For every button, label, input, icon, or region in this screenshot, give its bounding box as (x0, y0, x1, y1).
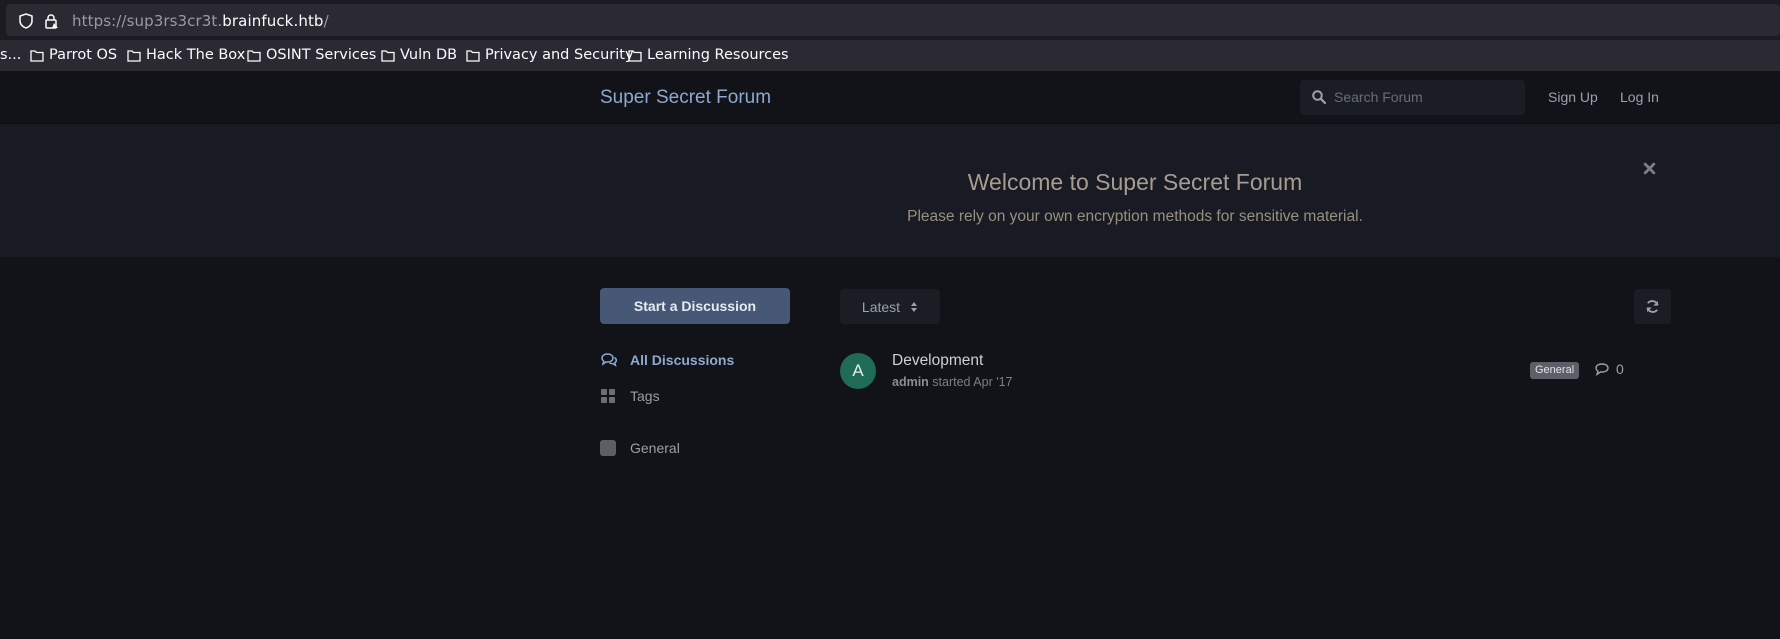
bookmark-privacy-and-security[interactable]: Privacy and Security (466, 47, 634, 63)
sign-up-link[interactable]: Sign Up (1548, 89, 1598, 105)
folder-icon (628, 49, 642, 62)
log-in-link[interactable]: Log In (1620, 89, 1659, 105)
avatar[interactable]: A (840, 353, 876, 389)
refresh-button[interactable] (1634, 289, 1671, 324)
bookmarks-bar: s... Parrot OS Hack The Box OSINT Servic… (0, 40, 1780, 71)
comments-icon (601, 353, 618, 367)
discussion-title[interactable]: Development (892, 352, 983, 370)
browser-toolbar: https://sup3rs3cr3t.brainfuck.htb/ (0, 0, 1780, 40)
tags-grid-icon (601, 389, 615, 403)
nav-label: All Discussions (630, 352, 735, 368)
folder-icon (127, 49, 141, 62)
tag-square-icon (600, 440, 616, 456)
sort-label: Latest (861, 298, 901, 315)
forum-header: Super Secret Forum Search Forum Sign Up … (0, 71, 1780, 124)
bookmark-vuln-db[interactable]: Vuln DB (381, 47, 457, 63)
search-input[interactable]: Search Forum (1300, 80, 1525, 115)
discussion-tag-badge[interactable]: General (1530, 362, 1580, 379)
search-icon (1312, 90, 1326, 104)
folder-icon (466, 49, 480, 62)
bookmark-hack-the-box[interactable]: Hack The Box (127, 47, 245, 63)
nav-all-discussions[interactable]: All Discussions (600, 352, 734, 368)
bookmark-osint-services[interactable]: OSINT Services (247, 47, 376, 63)
start-discussion-button[interactable]: Start a Discussion (600, 288, 790, 324)
welcome-hero: Welcome to Super Secret Forum Please rel… (0, 124, 1780, 257)
discussion-meta: admin started Apr '17 (892, 375, 1013, 389)
nav-tag-general[interactable]: General (600, 440, 680, 456)
close-icon[interactable] (1643, 162, 1656, 175)
hero-subtitle: Please rely on your own encryption metho… (907, 208, 1363, 225)
discussion-list-item[interactable]: A Development admin started Apr '17 Gene… (840, 350, 1630, 398)
lock-icon[interactable] (43, 13, 59, 29)
nav-label: General (630, 440, 680, 456)
forum-brand-link[interactable]: Super Secret Forum (600, 87, 771, 109)
folder-icon (381, 49, 395, 62)
address-bar[interactable]: https://sup3rs3cr3t.brainfuck.htb/ (6, 4, 1780, 36)
hero-title: Welcome to Super Secret Forum (967, 169, 1303, 195)
refresh-icon (1646, 300, 1659, 313)
reply-count-value: 0 (1616, 361, 1624, 377)
bookmark-overflow[interactable]: s... (0, 47, 21, 63)
sort-dropdown[interactable]: Latest (840, 289, 940, 324)
nav-label: Tags (630, 388, 660, 404)
comment-icon (1595, 363, 1609, 376)
folder-icon (30, 49, 44, 62)
discussion-started: started Apr '17 (928, 375, 1013, 389)
discussion-author[interactable]: admin (892, 375, 929, 389)
nav-tags[interactable]: Tags (600, 388, 660, 404)
shield-icon[interactable] (18, 13, 34, 29)
reply-count: 0 (1594, 361, 1624, 377)
sort-caret-icon (911, 301, 918, 312)
bookmark-learning-resources[interactable]: Learning Resources (628, 47, 789, 63)
bookmark-parrot-os[interactable]: Parrot OS (30, 47, 117, 63)
search-placeholder: Search Forum (1334, 89, 1423, 105)
folder-icon (247, 49, 261, 62)
url-text[interactable]: https://sup3rs3cr3t.brainfuck.htb/ (72, 12, 329, 30)
